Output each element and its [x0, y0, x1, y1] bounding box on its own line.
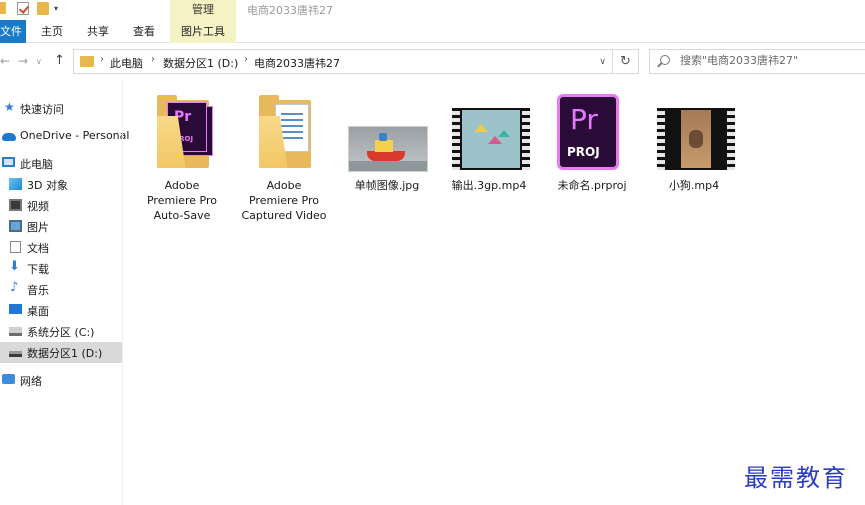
video-thumbnail	[444, 92, 534, 174]
image-thumbnail	[342, 92, 432, 174]
watermark: 最需教育	[744, 464, 848, 492]
file-name-line: Premiere Pro	[146, 194, 218, 207]
folder-icon: Pr PROJ	[137, 92, 227, 174]
sidebar-item-videos[interactable]: 视频	[0, 195, 122, 216]
video-icon	[9, 199, 22, 211]
premiere-project-icon: Pr PROJ	[547, 92, 637, 174]
sidebar-item-label: 视频	[27, 200, 49, 213]
sidebar-item-label: 数据分区1 (D:)	[27, 347, 103, 360]
address-row: ← → ∨ ↑ › 此电脑 › 数据分区1 (D:) › 电商2033唐祎27 …	[0, 44, 865, 80]
computer-icon	[2, 157, 15, 167]
sidebar-item-label: 此电脑	[20, 158, 53, 171]
breadcrumb-this-pc[interactable]: 此电脑	[110, 55, 143, 71]
file-name: 未命名.prproj	[557, 179, 627, 192]
sidebar-item-desktop[interactable]: 桌面	[0, 300, 122, 321]
refresh-button[interactable]: ↻	[613, 49, 639, 74]
sidebar-item-pictures[interactable]: 图片	[0, 216, 122, 237]
file-item[interactable]: Pr PROJ 未命名.prproj	[542, 92, 642, 193]
address-dropdown-icon[interactable]: ∨	[599, 57, 606, 67]
file-item[interactable]: Pr PROJ Adobe Premiere Pro Auto-Save	[132, 92, 232, 223]
pane-divider[interactable]	[122, 80, 123, 505]
cube-icon	[9, 178, 22, 190]
folder-icon[interactable]	[0, 2, 6, 14]
sidebar-item-this-pc[interactable]: 此电脑	[0, 153, 122, 174]
window-title: 电商2033唐祎27	[247, 4, 333, 17]
network-icon	[2, 374, 15, 384]
sidebar-item-onedrive[interactable]: OneDrive - Personal	[0, 126, 129, 147]
drive-icon	[9, 351, 22, 357]
file-name: 单帧图像.jpg	[354, 179, 420, 192]
sidebar-item-documents[interactable]: 文档	[0, 237, 122, 258]
file-item[interactable]: 小狗.mp4	[644, 92, 744, 193]
folder-icon	[239, 92, 329, 174]
tab-home[interactable]: 主页	[36, 20, 68, 43]
sidebar-item-downloads[interactable]: ⬇ 下载	[0, 258, 122, 279]
sidebar-item-music[interactable]: ♪ 音乐	[0, 279, 122, 300]
sidebar-item-network[interactable]: 网络	[0, 370, 122, 391]
contextual-tab-header[interactable]: 管理	[170, 0, 236, 20]
document-icon	[10, 241, 21, 253]
breadcrumb-separator[interactable]: ›	[244, 54, 248, 65]
file-name-line: Adobe	[164, 179, 200, 192]
title-bar: ▾ 管理 电商2033唐祎27	[0, 0, 865, 20]
search-box[interactable]	[649, 49, 865, 74]
sidebar-item-drive-c[interactable]: 系统分区 (C:)	[0, 321, 122, 342]
video-thumbnail	[649, 92, 739, 174]
forward-button[interactable]: →	[18, 54, 28, 68]
sidebar-item-label: OneDrive - Personal	[20, 129, 130, 142]
sidebar-item-3d-objects[interactable]: 3D 对象	[0, 174, 122, 195]
cloud-icon	[2, 133, 16, 141]
sidebar-item-quick-access[interactable]: ★ 快速访问	[0, 98, 122, 119]
recent-locations-dropdown[interactable]: ∨	[36, 57, 42, 66]
file-name-line: Captured Video	[241, 209, 327, 222]
file-name-line: Premiere Pro	[248, 194, 320, 207]
tab-picture-tools[interactable]: 图片工具	[170, 20, 236, 43]
file-name: 输出.3gp.mp4	[451, 179, 527, 192]
file-name-line: Auto-Save	[153, 209, 211, 222]
breadcrumb-drive-d[interactable]: 数据分区1 (D:)	[163, 55, 238, 71]
desktop-icon	[9, 304, 22, 314]
up-button[interactable]: ↑	[54, 53, 65, 68]
address-bar[interactable]: › 此电脑 › 数据分区1 (D:) › 电商2033唐祎27 ∨	[73, 49, 613, 74]
new-folder-icon[interactable]	[37, 2, 49, 15]
properties-icon[interactable]	[17, 2, 29, 15]
sidebar-item-label: 网络	[20, 375, 42, 388]
sidebar-item-label: 音乐	[27, 284, 49, 297]
music-icon: ♪	[10, 280, 19, 295]
picture-icon	[9, 220, 22, 232]
sidebar-item-label: 文档	[27, 242, 49, 255]
sidebar-item-label: 下载	[27, 263, 49, 276]
sidebar-item-drive-d[interactable]: 数据分区1 (D:)	[0, 342, 122, 363]
sidebar-item-label: 桌面	[27, 305, 49, 318]
star-icon: ★	[4, 100, 15, 114]
sidebar-item-label: 3D 对象	[27, 179, 68, 192]
breadcrumb-separator[interactable]: ›	[100, 54, 104, 65]
file-item[interactable]: 单帧图像.jpg	[337, 92, 437, 193]
file-name: 小狗.mp4	[668, 179, 720, 192]
tab-view[interactable]: 查看	[128, 20, 160, 43]
navigation-pane: ★ 快速访问 OneDrive - Personal 此电脑 3D 对象 视频 …	[0, 80, 129, 505]
search-icon	[660, 55, 670, 65]
sidebar-item-label: 图片	[27, 221, 49, 234]
back-button[interactable]: ←	[0, 54, 10, 68]
quick-access-dropdown-icon[interactable]: ▾	[54, 4, 58, 13]
drive-icon	[9, 327, 22, 336]
breadcrumb-current-folder[interactable]: 电商2033唐祎27	[254, 55, 340, 71]
sidebar-item-label: 系统分区 (C:)	[27, 326, 95, 339]
search-input[interactable]	[680, 54, 860, 67]
ribbon-tabs: 文件 主页 共享 查看 图片工具	[0, 20, 865, 43]
folder-icon	[80, 56, 94, 67]
download-icon: ⬇	[9, 259, 20, 274]
file-item[interactable]: Adobe Premiere Pro Captured Video	[234, 92, 334, 223]
tab-file[interactable]: 文件	[0, 20, 26, 43]
breadcrumb-separator[interactable]: ›	[151, 54, 155, 65]
file-name-line: Adobe	[266, 179, 302, 192]
tab-share[interactable]: 共享	[82, 20, 114, 43]
file-item[interactable]: 输出.3gp.mp4	[439, 92, 539, 193]
sidebar-item-label: 快速访问	[20, 103, 64, 116]
